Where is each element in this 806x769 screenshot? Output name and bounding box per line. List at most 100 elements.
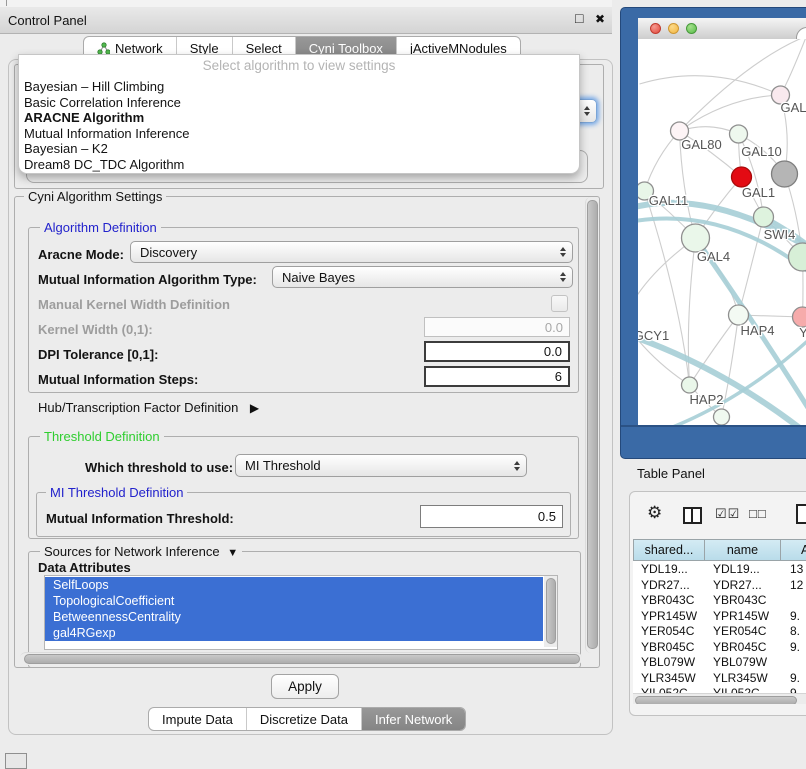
network-node-label: GAL80 [681,137,721,152]
table-row[interactable]: YBL079W YBL079W [633,654,806,670]
network-node[interactable] [732,167,752,187]
manual-kernel-checkbox[interactable] [551,295,568,312]
network-node[interactable] [793,307,806,327]
select-all-checkboxes-icon[interactable]: ☑☑ [715,506,740,522]
data-attributes-list[interactable]: SelfLoops TopologicalCoefficient Between… [44,575,558,650]
expand-arrow-icon: ▶ [250,401,259,415]
network-node[interactable] [772,161,798,187]
apply-button[interactable]: Apply [271,674,339,699]
algorithm-dropdown-popup: Select algorithm to view settings Bayesi… [18,54,580,174]
bottom-tabbar: Impute Data Discretize Data Infer Networ… [148,707,466,731]
table-panel-title: Table Panel [637,466,705,481]
network-node[interactable] [729,305,749,325]
dropdown-item[interactable]: Basic Correlation Inference [19,95,579,111]
cell: YBL079W [641,655,695,669]
network-canvas[interactable]: GALGAL80GAL10GAL11GAL1SWI4GAL4GCY1HAP4YH… [638,39,806,425]
float-panel-icon[interactable]: □ [575,10,583,26]
cell: 13 [790,562,803,576]
network-node[interactable] [682,224,710,252]
cell: YBR045C [713,640,766,654]
list-item[interactable]: SelfLoops [45,577,543,593]
network-edge[interactable] [680,95,781,131]
table-body: YDL19...YDL19...13 YDR27...YDR27...12 YB… [633,561,806,697]
dropdown-item[interactable]: Bayesian – K2 [19,141,579,157]
gear-icon[interactable]: ⚙ [647,503,662,523]
scrollbar-thumb[interactable] [546,578,556,644]
combo-value: Naive Bayes [273,270,554,285]
sources-legend-wrap[interactable]: Sources for Network Inference ▼ [40,544,242,559]
network-node[interactable] [730,125,748,143]
dropdown-item[interactable]: Mutual Information Inference [19,126,579,142]
column-header[interactable]: shared... [633,539,705,561]
close-window-icon[interactable] [650,23,661,34]
settings-vscrollbar[interactable] [585,197,598,653]
combo-stepper-icon [578,100,596,122]
dpi-tolerance-field[interactable]: 0.0 [424,341,570,362]
cell: YBL079W [713,655,767,669]
corner-button[interactable] [5,753,27,769]
tab-label: Infer Network [375,712,452,727]
dropdown-item[interactable]: Dream8 DC_TDC Algorithm [19,157,579,173]
network-window-bottom-frame [621,425,806,459]
network-node[interactable] [682,377,698,393]
zoom-window-icon[interactable] [686,23,697,34]
tab-infer-network[interactable]: Infer Network [361,708,465,730]
mi-type-combobox[interactable]: Naive Bayes [272,266,573,288]
network-window-titlebar[interactable] [638,18,806,40]
table-hscrollbar[interactable] [633,693,806,704]
dropdown-item-selected[interactable]: ARACNE Algorithm [19,110,579,126]
split-columns-icon[interactable] [683,507,702,524]
scrollbar-thumb[interactable] [24,654,580,664]
table-row[interactable]: YBR045CYBR045C9. [633,639,806,655]
dropdown-item[interactable]: Bayesian – Hill Climbing [19,79,579,95]
which-threshold-combobox[interactable]: MI Threshold [235,454,527,477]
hub-section-label: Hub/Transcription Factor Definition [38,400,238,415]
list-item[interactable]: TopologicalCoefficient [45,593,543,609]
table-row[interactable]: YDR27...YDR27...12 [633,577,806,593]
column-header[interactable]: name [704,539,781,561]
close-panel-icon[interactable]: ✖ [595,12,605,26]
table-row[interactable]: YBR043CYBR043C [633,592,806,608]
network-edge[interactable] [640,76,781,95]
table-row[interactable]: YLR345WYLR345W9. [633,670,806,686]
list-vscrollbar[interactable] [544,576,557,647]
network-edge[interactable] [680,39,806,131]
list-item[interactable]: gal4RGexp [45,625,543,641]
column-header-label: shared... [645,543,694,557]
network-edge[interactable] [638,238,696,321]
minimize-window-icon[interactable] [668,23,679,34]
table-row[interactable]: YER054CYER054C8. [633,623,806,639]
cell: YLR345W [641,671,696,685]
settings-hscrollbar[interactable] [20,652,582,665]
network-view-window[interactable]: GALGAL80GAL10GAL11GAL1SWI4GAL4GCY1HAP4YH… [620,7,806,459]
network-canvas-svg[interactable]: GALGAL80GAL10GAL11GAL1SWI4GAL4GCY1HAP4YH… [638,39,806,425]
tab-label: Discretize Data [260,712,348,727]
mi-steps-field[interactable]: 6 [424,366,570,387]
table-row[interactable]: YDL19...YDL19...13 [633,561,806,577]
network-node[interactable] [714,409,730,425]
kernel-width-field[interactable]: 0.0 [424,317,570,337]
threshold-definition-legend: Threshold Definition [40,429,164,444]
tab-discretize-data[interactable]: Discretize Data [246,708,361,730]
network-node[interactable] [789,243,806,271]
tab-label: Impute Data [162,712,233,727]
list-item[interactable]: BetweennessCentrality [45,609,543,625]
panel-title: Control Panel [8,13,87,28]
network-edge[interactable] [645,131,680,191]
network-node[interactable] [754,207,774,227]
aracne-mode-combobox[interactable]: Discovery [130,241,573,263]
scrollbar-thumb[interactable] [635,696,797,705]
table-row[interactable]: YPR145WYPR145W9. [633,608,806,624]
scrollbar-thumb[interactable] [587,200,598,649]
mi-type-label: Mutual Information Algorithm Type: [38,272,257,287]
hub-section-toggle[interactable]: Hub/Transcription Factor Definition ▶ [38,399,259,417]
tab-impute-data[interactable]: Impute Data [149,708,246,730]
desktop: { "window": { "title": "Control Panel" }… [0,0,806,762]
partial-toolbar-icon[interactable] [796,504,806,524]
table-toolbar: ⚙ ☑☑ □□ [630,492,806,537]
column-header[interactable]: A [780,539,806,561]
network-node-label: HAP4 [741,323,775,338]
deselect-all-checkboxes-icon[interactable]: □□ [749,506,767,521]
network-node-label: HAP2 [690,392,724,407]
mi-threshold-field[interactable]: 0.5 [420,505,563,528]
